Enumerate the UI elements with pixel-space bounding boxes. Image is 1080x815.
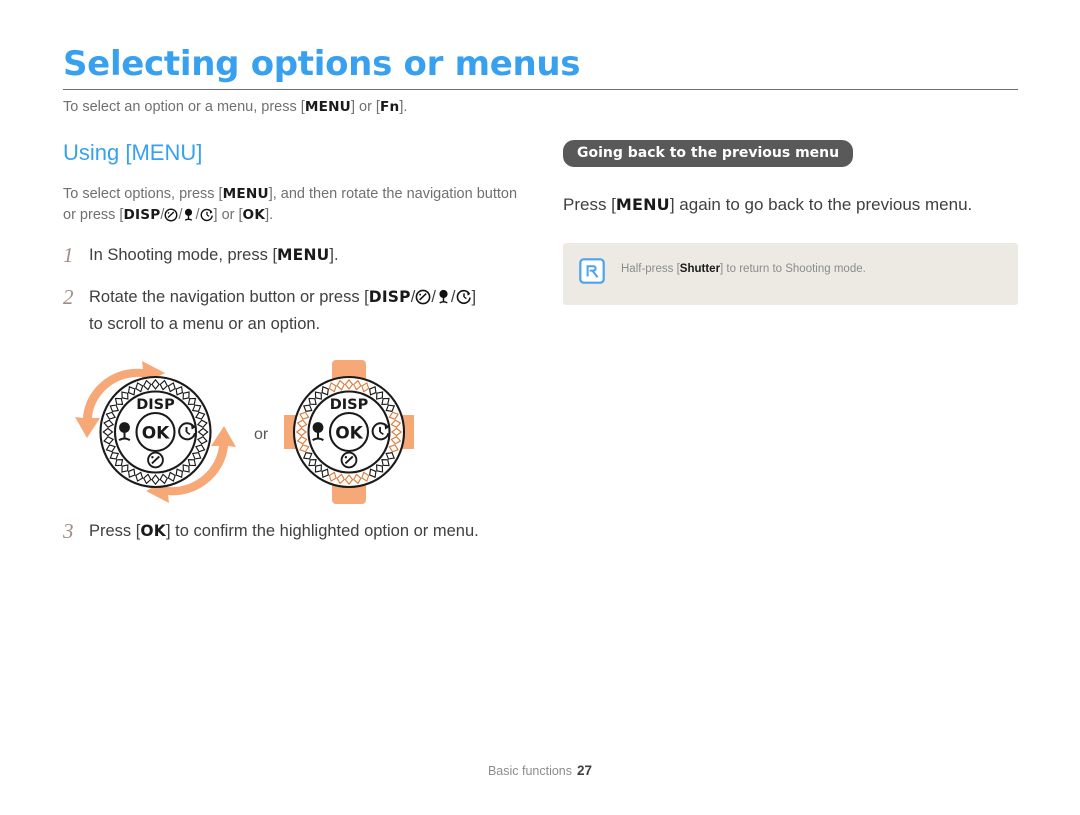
step-item: 2 Rotate the navigation button or press … xyxy=(63,285,533,336)
timer-icon xyxy=(200,208,214,229)
paragraph-part-3: ] or [ xyxy=(213,207,243,223)
footer-section-label: Basic functions xyxy=(487,764,573,778)
note-text: Half-press [Shutter] to return to Shooti… xyxy=(621,257,866,277)
disp-key-label: DISP xyxy=(368,288,411,306)
right-column: Going back to the previous menu Press [M… xyxy=(563,140,1018,305)
note-pen-icon xyxy=(579,258,607,289)
page-footer: Basic functions 27 xyxy=(0,763,1080,778)
dial-rotate-illustration: OK DISP xyxy=(73,360,238,510)
step-number: 3 xyxy=(63,519,74,543)
left-column: Using [MENU] To select options, press [M… xyxy=(63,140,533,561)
right-paragraph-part-1: Press [ xyxy=(563,195,616,214)
page-header: Selecting options or menus xyxy=(63,44,1018,90)
step-text-part-2: ]. xyxy=(329,246,339,264)
step-text-part-1: In Shooting mode, press [ xyxy=(89,246,278,264)
ok-button-label: OK xyxy=(142,423,170,443)
macro-icon xyxy=(182,208,195,229)
note-box: Half-press [Shutter] to return to Shooti… xyxy=(563,243,1018,305)
intro-part-3: ]. xyxy=(399,99,408,115)
dial-ring: OK DISP xyxy=(99,375,212,488)
intro-text: To select an option or a menu, press [ME… xyxy=(63,97,407,117)
step-number: 2 xyxy=(63,285,74,309)
disp-key-label: DISP xyxy=(123,207,161,223)
intro-part-2: ] or [ xyxy=(350,99,380,115)
ok-key-label: OK xyxy=(140,522,166,540)
page-title: Selecting options or menus xyxy=(63,44,581,84)
ok-key-label: OK xyxy=(242,207,266,223)
right-paragraph: Press [MENU] again to go back to the pre… xyxy=(563,193,1018,217)
ok-button-label: OK xyxy=(335,423,363,443)
macro-icon xyxy=(436,288,451,312)
intro-part-1: To select an option or a menu, press [ xyxy=(63,99,305,115)
section-subheading: Using [MENU] xyxy=(63,140,203,165)
footer-page-number: 27 xyxy=(577,763,593,778)
exposure-icon xyxy=(415,288,431,312)
step-text-part-2: ] xyxy=(471,288,477,306)
dial-press-illustration: OK DISP xyxy=(277,359,422,510)
step-item: 1 In Shooting mode, press [MENU]. xyxy=(63,243,533,267)
menu-key-label: MENU xyxy=(304,99,351,115)
paragraph-part-4: ]. xyxy=(265,207,274,223)
step-number: 1 xyxy=(63,243,74,267)
menu-key-label: MENU xyxy=(222,186,269,202)
step-text: In Shooting mode, press [MENU]. xyxy=(89,243,339,267)
step-text-part-1: Press [ xyxy=(89,522,141,540)
note-part-1: Half-press [ xyxy=(621,263,680,275)
fn-key-label: Fn xyxy=(379,99,400,115)
right-paragraph-part-2: ] again to go back to the previous menu. xyxy=(669,195,973,214)
step-text: Press [OK] to confirm the highlighted op… xyxy=(89,519,479,543)
manual-page: Selecting options or menus To select an … xyxy=(0,0,1080,815)
step-item: 3 Press [OK] to confirm the highlighted … xyxy=(63,519,533,543)
disp-button-label: DISP xyxy=(330,397,369,413)
shutter-key-label: Shutter xyxy=(679,263,721,275)
note-part-2: ] to return to Shooting mode. xyxy=(720,263,866,275)
step-text-part-2: ] to confirm the highlighted option or m… xyxy=(165,522,479,540)
menu-key-label: MENU xyxy=(277,246,330,264)
menu-key-label: MENU xyxy=(615,195,670,214)
step-text: Rotate the navigation button or press [D… xyxy=(89,285,476,336)
disp-button-label: DISP xyxy=(136,397,175,413)
section-paragraph: To select options, press [MENU], and the… xyxy=(63,184,533,229)
step-text-line-2: to scroll to a menu or an option. xyxy=(89,315,321,333)
subsection-badge: Going back to the previous menu xyxy=(563,140,854,167)
step-text-part-1: Rotate the navigation button or press [ xyxy=(89,288,369,306)
exposure-icon xyxy=(164,208,178,229)
dial-or-label: or xyxy=(254,425,269,443)
timer-icon xyxy=(456,288,472,312)
paragraph-part-1: To select options, press [ xyxy=(63,186,223,202)
title-divider xyxy=(63,89,1018,90)
navigation-dial-figure: OK DISP or OK DISP xyxy=(63,359,533,510)
steps-list: 1 In Shooting mode, press [MENU]. 2 Rota… xyxy=(63,243,533,336)
